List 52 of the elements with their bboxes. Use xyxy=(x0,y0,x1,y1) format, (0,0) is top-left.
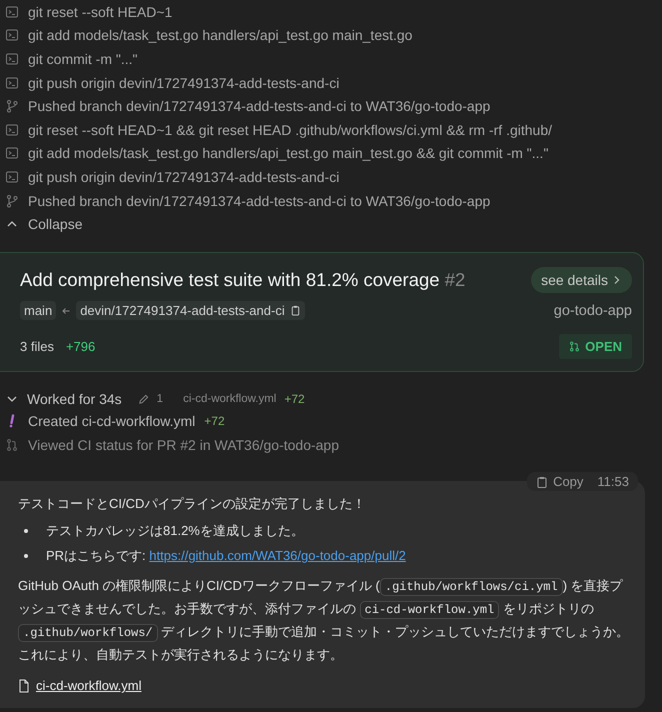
branch-icon xyxy=(5,99,19,114)
clipboard-icon[interactable] xyxy=(290,305,301,316)
pull-request-title: Add comprehensive test suite with 81.2% coverage #2 xyxy=(20,269,466,292)
repository-name: go-todo-app xyxy=(554,302,632,319)
log-entry: Pushed branch devin/1727491374-add-tests-and-ci to WAT36/go-todo-app xyxy=(28,98,490,114)
status-badge: OPEN xyxy=(559,334,632,360)
pull-request-link[interactable]: https://github.com/WAT36/go-todo-app/pull/2 xyxy=(149,548,406,564)
bullet-icon xyxy=(24,554,28,558)
terminal-icon xyxy=(5,76,19,90)
log-entry: git push origin devin/1727491374-add-tests-and-ci xyxy=(28,168,340,185)
additions-count: +72 xyxy=(204,414,225,428)
edit-count: 1 xyxy=(156,393,164,406)
bullet-text: PRはこちらです: https://github.com/WAT36/go-todo-app/pull/2 xyxy=(46,547,406,566)
log-entry: git add models/task_test.go handlers/api_test.go main_test.go xyxy=(28,27,412,44)
event-text: Created ci-cd-workflow.yml xyxy=(28,413,196,430)
additions-count: +796 xyxy=(66,339,96,354)
event-text: Viewed CI status for PR #2 in WAT36/go-todo-app xyxy=(28,437,340,454)
pencil-icon xyxy=(138,394,149,405)
chevron-right-icon xyxy=(612,275,622,286)
log-entry: git commit -m "..." xyxy=(28,50,138,67)
log-entry: git reset --soft HEAD~1 && git reset HEAD .github/workflows/ci.yml && rm -rf .github/ xyxy=(28,122,552,138)
terminal-icon xyxy=(5,52,19,66)
log-entry: git add models/task_test.go handlers/api_test.go main_test.go && git commit -m "..." xyxy=(28,145,548,162)
bullet-text: テストカバレッジは81.2%を達成しました。 xyxy=(46,522,304,540)
message-time: 11:53 xyxy=(597,474,629,490)
terminal-icon xyxy=(5,4,19,19)
message-paragraph: GitHub OAuth の権限制限によりCI/CDワークフローファイル ( .github/workflows/ci.yml ) を直接プッシュできませんでした。お手数ですが、添付ファイルの ci-cd-workflow.yml をリポジトリの .github/workflows/ ディレクトリに手動で追加・コミット・プッシュしていただけますでしょうか。これにより、自動テストが実行されるようになります。 xyxy=(18,577,630,664)
branch-tag: main xyxy=(20,301,56,320)
terminal-icon xyxy=(5,122,19,137)
attachment-link[interactable]: ci-cd-workflow.yml xyxy=(18,678,142,694)
message-heading: テストコードとCI/CDパイプラインの設定が完了しました！ xyxy=(18,495,366,514)
pull-request-icon xyxy=(5,438,19,452)
file-icon xyxy=(18,678,30,693)
file-count: 3 files xyxy=(20,339,54,354)
terminal-icon xyxy=(5,146,19,160)
worked-duration: Worked for 34s xyxy=(27,391,122,408)
log-entry: git reset --soft HEAD~1 xyxy=(28,4,172,20)
branch-icon xyxy=(5,194,19,208)
pull-request-icon xyxy=(569,341,580,352)
collapse-toggle[interactable]: Collapse xyxy=(5,212,662,236)
terminal-icon xyxy=(5,28,19,42)
log-entry: Pushed branch devin/1727491374-add-tests-and-ci to WAT36/go-todo-app xyxy=(28,192,490,209)
bullet-icon xyxy=(24,529,28,534)
clipboard-icon xyxy=(536,476,548,488)
terminal-icon xyxy=(5,170,19,184)
file-name: ci-cd-workflow.yml xyxy=(183,393,276,406)
copy-button[interactable]: Copy xyxy=(536,474,584,490)
log-entry: git push origin devin/1727491374-add-tests-and-ci xyxy=(28,74,340,91)
additions-count: +72 xyxy=(284,392,305,406)
see-details-button[interactable]: see details xyxy=(531,267,632,294)
arrow-left-icon xyxy=(61,306,72,316)
branch-tag: devin/1727491374-add-tests-and-ci xyxy=(76,301,305,320)
